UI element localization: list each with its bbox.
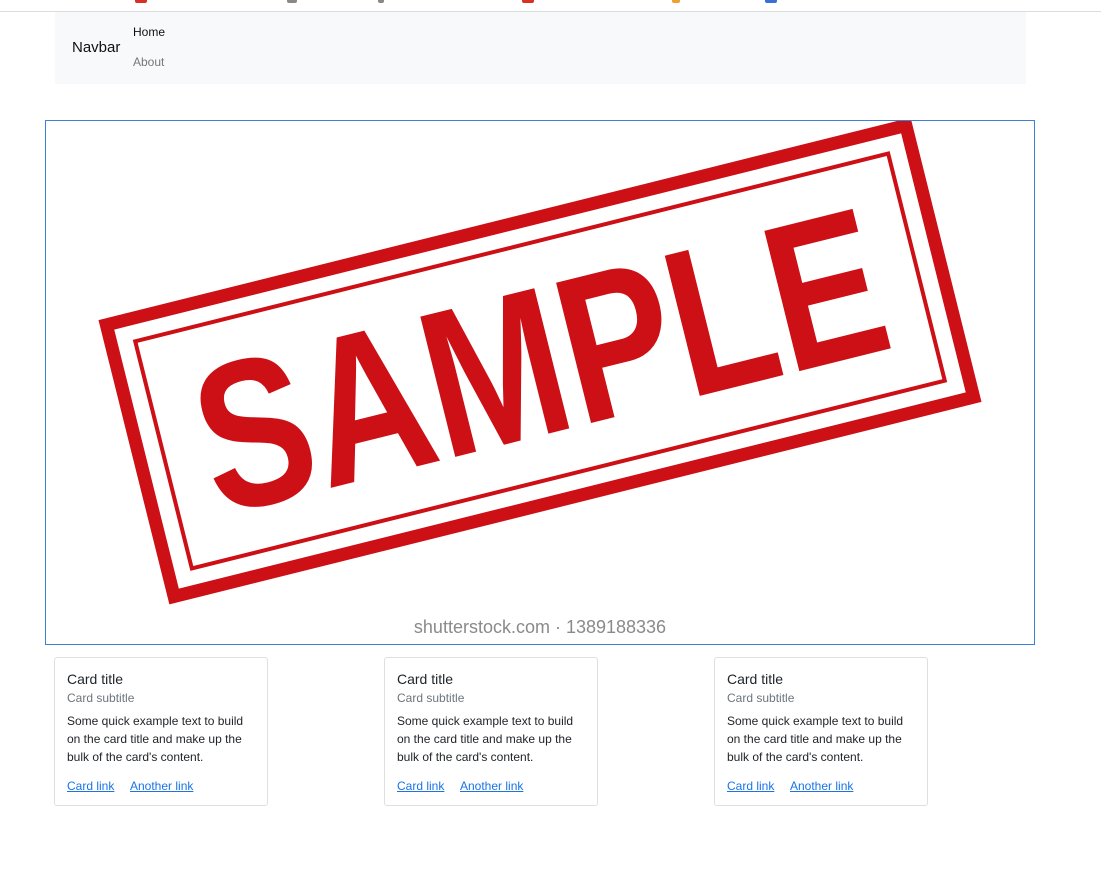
card-link[interactable]: Card link xyxy=(397,779,444,793)
browser-bookmarks-strip xyxy=(0,0,1101,12)
card: Card title Card subtitle Some quick exam… xyxy=(714,657,928,806)
another-link[interactable]: Another link xyxy=(790,779,853,793)
card: Card title Card subtitle Some quick exam… xyxy=(54,657,268,806)
card: Card title Card subtitle Some quick exam… xyxy=(384,657,598,806)
watermark-text: shutterstock.com · 1389188336 xyxy=(414,617,666,637)
bookmark-icon[interactable] xyxy=(287,0,297,3)
hero-image: SAMPLE shutterstock.com · 1389188336 xyxy=(45,120,1035,645)
another-link[interactable]: Another link xyxy=(460,779,523,793)
card-subtitle: Card subtitle xyxy=(727,691,795,705)
card-title: Card title xyxy=(727,671,784,687)
card-text: Some quick example text to build on the … xyxy=(727,714,904,764)
navbar-brand[interactable]: Navbar xyxy=(72,39,120,56)
navbar: Navbar Home About xyxy=(55,12,1026,84)
card-text: Some quick example text to build on the … xyxy=(397,714,574,764)
card-title: Card title xyxy=(67,671,124,687)
card-link[interactable]: Card link xyxy=(67,779,114,793)
bookmark-icon[interactable] xyxy=(522,0,534,3)
sample-stamp-image: SAMPLE shutterstock.com · 1389188336 xyxy=(98,121,982,637)
bookmark-icon[interactable] xyxy=(135,0,147,3)
card-subtitle: Card subtitle xyxy=(397,691,465,705)
another-link[interactable]: Another link xyxy=(130,779,193,793)
nav-link-about[interactable]: About xyxy=(133,55,164,69)
bookmark-icon[interactable] xyxy=(378,0,384,3)
bookmark-icon[interactable] xyxy=(672,0,680,3)
card-subtitle: Card subtitle xyxy=(67,691,135,705)
bookmark-icon[interactable] xyxy=(765,0,777,3)
card-link[interactable]: Card link xyxy=(727,779,774,793)
nav-link-home[interactable]: Home xyxy=(133,25,165,39)
card-text: Some quick example text to build on the … xyxy=(67,714,244,764)
card-title: Card title xyxy=(397,671,454,687)
